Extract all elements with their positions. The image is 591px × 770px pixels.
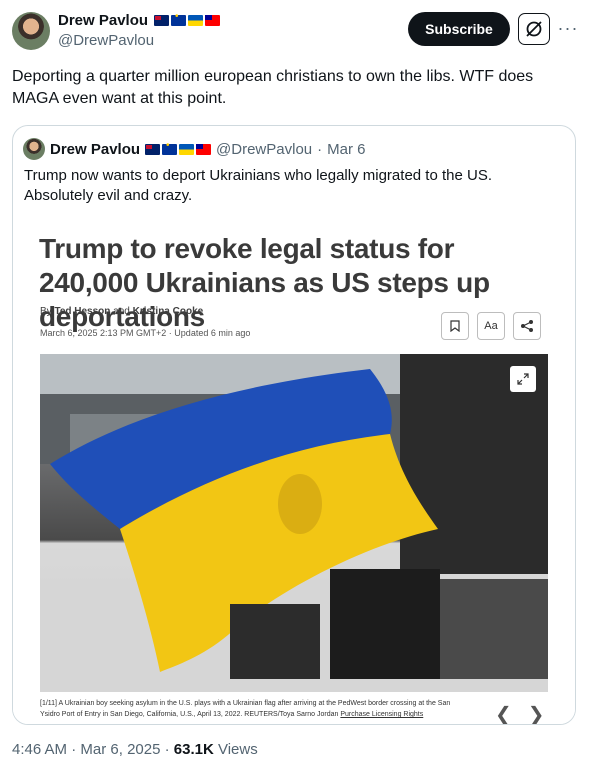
quoted-date: Mar 6 <box>327 140 366 158</box>
grok-icon[interactable] <box>518 13 550 45</box>
tweet-header: Drew Pavlou @DrewPavlou Subscribe ··· <box>12 10 582 54</box>
quoted-header: Drew Pavlou @DrewPavlou · Mar 6 <box>23 138 365 160</box>
footer-dot: · <box>71 741 77 758</box>
ukraine-flag-icon <box>188 15 204 26</box>
taiwan-flag-icon <box>196 143 212 155</box>
ukraine-flag-icon <box>179 143 195 155</box>
quoted-tweet[interactable]: Drew Pavlou @DrewPavlou · Mar 6 Trump no… <box>12 125 576 725</box>
quoted-handle: @DrewPavlou <box>216 140 313 158</box>
carousel-arrows: ❮ ❯ <box>495 702 545 725</box>
taiwan-flag-icon <box>205 15 221 26</box>
tweet-time[interactable]: 4:46 AM <box>12 741 67 758</box>
tweet-date[interactable]: Mar 6, 2025 <box>80 741 160 758</box>
quoted-author-flags <box>145 140 212 155</box>
byline-and: and <box>113 306 130 317</box>
share-icon <box>513 312 541 340</box>
subscribe-button[interactable]: Subscribe <box>408 12 510 46</box>
australia-flag-icon <box>145 143 161 155</box>
byline-prefix: By <box>40 306 52 317</box>
quoted-avatar <box>23 138 45 160</box>
article-byline: By Ted Hesson and Kristina Cooke <box>40 306 203 317</box>
byline-author-2: Kristina Cooke <box>132 306 204 317</box>
article-tools: Aa <box>441 312 541 340</box>
caption-link: Purchase Licensing Rights <box>340 711 424 718</box>
avatar[interactable] <box>12 12 50 50</box>
quoted-separator: · <box>317 140 323 158</box>
author-flags <box>154 11 221 26</box>
tweet-footer: 4:46 AM · Mar 6, 2025 · 63.1K Views <box>12 741 258 758</box>
expand-icon <box>510 366 536 392</box>
article-dateline: March 6, 2025 2:13 PM GMT+2 · Updated 6 … <box>40 328 251 338</box>
quoted-author-name: Drew Pavlou <box>50 140 141 158</box>
views-count[interactable]: 63.1K <box>174 741 214 758</box>
footer-dot: · <box>164 741 170 758</box>
chevron-left-icon: ❮ <box>495 704 512 725</box>
photo-caption: [1/11] A Ukrainian boy seeking asylum in… <box>40 698 470 720</box>
author-handle[interactable]: @DrewPavlou <box>58 32 154 49</box>
views-label: Views <box>217 741 258 758</box>
author-row: Drew Pavlou <box>58 11 221 29</box>
text-size-icon: Aa <box>477 312 505 340</box>
author-name[interactable]: Drew Pavlou <box>58 12 148 29</box>
bookmark-icon <box>441 312 469 340</box>
ukraine-flag-photo <box>40 354 548 692</box>
more-icon[interactable]: ··· <box>556 14 580 42</box>
tweet-text: Deporting a quarter million european chr… <box>12 68 534 107</box>
quoted-text: Trump now wants to deport Ukrainians who… <box>24 167 492 204</box>
article-screenshot: Trump to revoke legal status for 240,000… <box>13 212 575 725</box>
eu-flag-icon <box>171 11 187 26</box>
eu-flag-icon <box>162 140 178 155</box>
australia-flag-icon <box>154 15 170 26</box>
article-photo <box>40 354 548 692</box>
byline-author-1: Ted Hesson <box>54 306 111 317</box>
chevron-right-icon: ❯ <box>527 704 545 725</box>
